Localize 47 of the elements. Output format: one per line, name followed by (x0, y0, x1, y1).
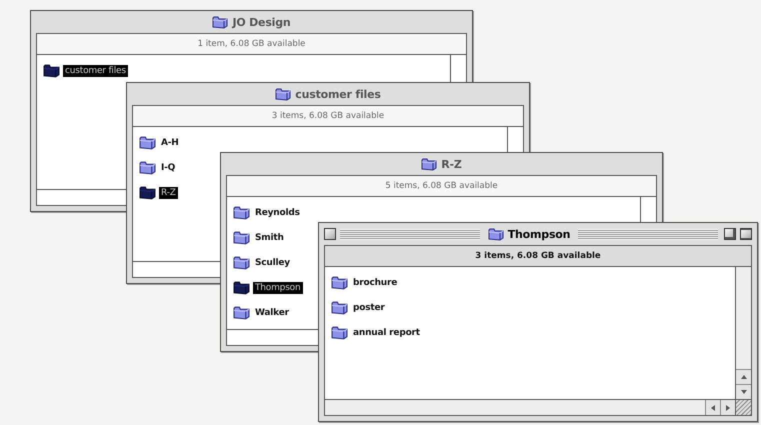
folder-icon[interactable] (139, 160, 156, 175)
folder-name[interactable]: Smith (253, 232, 286, 244)
window-title: customer files (295, 88, 381, 100)
folder-name[interactable]: poster (351, 302, 387, 314)
folder-icon[interactable] (233, 205, 250, 220)
collapse-box[interactable] (740, 228, 752, 240)
folder-name[interactable]: R-Z (159, 186, 178, 198)
info-bar: 3 items, 6.08 GB available (133, 106, 523, 127)
folder-name[interactable]: annual report (351, 326, 422, 338)
title-bar-stripes[interactable] (578, 228, 718, 240)
window-title: JO Design (232, 16, 291, 28)
folder-icon[interactable] (233, 255, 250, 270)
info-bar: 1 item, 6.08 GB available (37, 34, 466, 55)
folder-icon[interactable] (275, 87, 292, 101)
folder-name[interactable]: Thompson (253, 282, 302, 294)
folder-name[interactable]: Reynolds (253, 206, 302, 218)
info-bar: 5 items, 6.08 GB available (227, 176, 656, 197)
info-bar: 3 items, 6.08 GB available (325, 246, 751, 267)
scroll-up-button[interactable] (736, 369, 751, 384)
close-box[interactable] (324, 228, 336, 240)
scroll-right-button[interactable] (720, 400, 735, 415)
folder-icon[interactable] (233, 280, 250, 295)
folder-name[interactable]: brochure (351, 276, 400, 288)
window-title: Thompson (508, 228, 570, 240)
folder-icon[interactable] (331, 300, 348, 315)
folder-icon[interactable] (488, 227, 504, 241)
folder-name[interactable]: customer files (63, 64, 128, 76)
resize-handle[interactable] (735, 400, 751, 415)
folder-icon[interactable] (331, 325, 348, 340)
folder-icon[interactable] (139, 135, 156, 150)
scroll-left-button[interactable] (705, 400, 720, 415)
folder-icon[interactable] (139, 185, 156, 200)
folder-icon[interactable] (331, 275, 348, 290)
zoom-box[interactable] (724, 228, 736, 240)
scroll-down-button[interactable] (736, 384, 751, 399)
folder-icon[interactable] (212, 15, 228, 29)
folder-name[interactable]: Walker (253, 306, 291, 318)
window-title: R-Z (441, 158, 462, 170)
folder-icon[interactable] (43, 63, 60, 78)
folder-name[interactable]: Sculley (253, 256, 292, 268)
folder-icon[interactable] (421, 157, 438, 171)
folder-name[interactable]: A-H (159, 136, 181, 148)
vertical-scroll-bar[interactable] (735, 267, 751, 399)
folder-icon[interactable] (233, 230, 250, 245)
folder-icon[interactable] (233, 305, 250, 320)
horizontal-scroll-bar[interactable] (325, 400, 735, 415)
folder-name[interactable]: I-Q (159, 162, 178, 174)
